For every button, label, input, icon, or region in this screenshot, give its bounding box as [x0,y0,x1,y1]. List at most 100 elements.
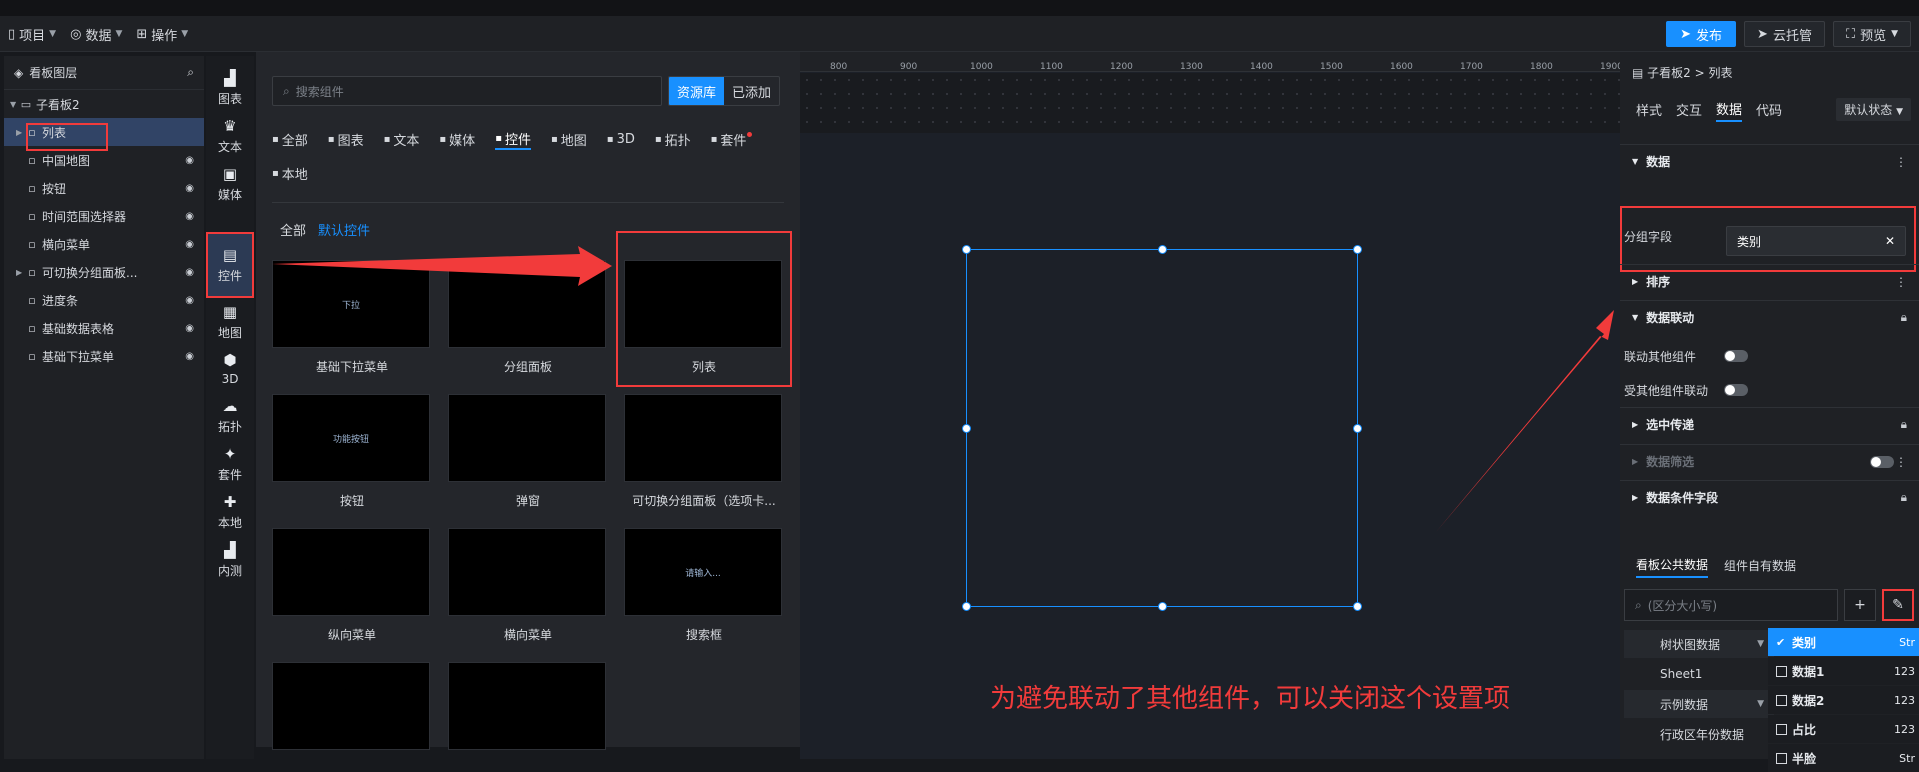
field-item[interactable]: 半脸 Str [1768,744,1919,772]
data-filter-toggle[interactable] [1870,456,1894,468]
layer-item[interactable]: ▫ 按钮 ◉ [4,174,204,202]
checkbox[interactable] [1776,665,1787,677]
operation-menu[interactable]: ⊞ 操作 ▼ [136,25,188,44]
library-tab-2[interactable]: ▪ 文本 [384,128,420,150]
caret-down-icon[interactable]: ▼ [10,100,20,109]
component-card[interactable]: 请输入... 搜索框 [624,528,784,643]
dataset-group[interactable]: 树状图数据 ▼ [1624,630,1774,658]
library-tab-8[interactable]: ▪ 套件 [711,128,753,150]
eye-icon[interactable]: ◉ [185,295,194,306]
data-source-tabs: 看板公共数据 组件自有数据 [1636,552,1796,578]
component-card[interactable]: 分组面板 [448,260,608,375]
component-card[interactable] [272,662,432,760]
library-tab-4[interactable]: ▪ 控件 [495,128,531,150]
library-tab-0[interactable]: ▪ 全部 [272,128,308,150]
component-search-input[interactable]: ⌕ 搜索组件 [272,76,662,106]
selected-component-frame[interactable] [962,245,1362,611]
component-card[interactable]: 横向菜单 [448,528,608,643]
eye-icon[interactable]: ◉ [185,239,194,250]
state-select[interactable]: 默认状态 ▼ [1836,98,1911,121]
property-tab-3[interactable]: 代码 [1756,96,1782,122]
layer-item[interactable]: ▫ 进度条 ◉ [4,286,204,314]
field-item[interactable]: 数据2 123 [1768,686,1919,714]
field-item[interactable]: 数据1 123 [1768,657,1919,685]
data-menu[interactable]: ◎ 数据 ▼ [70,25,122,44]
resize-handle[interactable] [1353,602,1362,611]
caret-right-icon[interactable]: ▶ [16,268,26,277]
project-menu[interactable]: ▯ 项目 ▼ [8,25,56,44]
library-tab-5[interactable]: ▪ 地图 [551,128,587,150]
library-tab-6[interactable]: ▪ 3D [607,128,635,150]
resize-handle[interactable] [1158,602,1167,611]
added-button[interactable]: 已添加 [724,77,779,105]
publish-button[interactable]: ➤ 发布 [1666,21,1737,47]
linked-by-others-toggle[interactable] [1724,384,1748,396]
layer-item[interactable]: ▶ ▫ 可切换分组面板... ◉ [4,258,204,286]
library-tab-9[interactable]: ▪ 本地 [272,162,308,184]
resize-handle[interactable] [1353,424,1362,433]
layer-item[interactable]: ▫ 基础数据表格 ◉ [4,314,204,342]
preview-button[interactable]: ⛶ 预览 ▼ [1832,21,1911,47]
layer-item[interactable]: ▫ 时间范围选择器 ◉ [4,202,204,230]
data-source-tab-1[interactable]: 组件自有数据 [1724,552,1796,578]
sub-tab-all[interactable]: 全部 [280,220,306,239]
layer-root[interactable]: ▼ ▭ 子看板2 [4,90,204,118]
tab-icon: ▪ [439,133,447,145]
more-icon[interactable]: ⋮ [1895,275,1907,289]
section-sort[interactable]: ▶ 排序 ⋮ [1620,264,1919,298]
layer-item[interactable]: ▫ 基础下拉菜单 ◉ [4,342,204,370]
checkbox[interactable] [1776,752,1787,764]
component-card[interactable]: 可切换分组面板（选项卡... [624,394,784,509]
design-canvas[interactable]: 800 900 1000 1100 1200 1300 1400 1500 1600 1700 18… [800,52,1623,759]
data-source-tab-0[interactable]: 看板公共数据 [1636,552,1709,578]
category-9[interactable]: ▟ 内测 [206,532,254,588]
edit-button[interactable]: ✎ [1882,589,1914,621]
search-icon[interactable]: ⌕ [187,65,194,80]
library-tab-7[interactable]: ▪ 拓扑 [655,128,691,150]
source-lib-button[interactable]: 资源库 [669,77,725,105]
field-search-input[interactable]: ⌕ (区分大小写) [1624,589,1838,621]
more-icon[interactable]: ⋮ [1895,455,1907,469]
component-card[interactable]: 下拉 基础下拉菜单 [272,260,432,375]
eye-icon[interactable]: ◉ [185,211,194,222]
property-tab-0[interactable]: 样式 [1636,96,1662,122]
section-linkage[interactable]: ▼ 数据联动 🔒︎ [1620,300,1919,334]
component-card[interactable] [448,662,608,760]
eye-icon[interactable]: ◉ [185,323,194,334]
eye-icon[interactable]: ◉ [185,183,194,194]
add-button[interactable]: + [1844,589,1876,621]
cloud-host-button[interactable]: ➤ 云托管 [1744,21,1825,47]
dataset-item[interactable]: Sheet1 [1624,660,1774,688]
resize-handle[interactable] [1158,245,1167,254]
link-others-toggle[interactable] [1724,350,1748,362]
sub-tab-default[interactable]: 默认控件 [318,220,370,239]
field-item[interactable]: 占比 123 [1768,715,1919,743]
component-card[interactable]: 功能按钮 按钮 [272,394,432,509]
resize-handle[interactable] [1353,245,1362,254]
category-2[interactable]: ▣ 媒体 [206,156,254,212]
eye-icon[interactable]: ◉ [185,351,194,362]
resize-handle[interactable] [962,424,971,433]
resize-handle[interactable] [962,602,971,611]
property-tab-1[interactable]: 交互 [1676,96,1702,122]
property-tab-2[interactable]: 数据 [1716,96,1743,122]
eye-icon[interactable]: ◉ [185,267,194,278]
component-card[interactable]: 弹窗 [448,394,608,509]
dataset-group[interactable]: 示例数据 ▼ [1624,690,1774,718]
dataset-item[interactable]: 行政区年份数据 [1624,720,1774,748]
section-selected-pass[interactable]: ▶ 选中传递 🔒︎ [1620,407,1919,441]
layer-item[interactable]: ▫ 横向菜单 ◉ [4,230,204,258]
section-data[interactable]: ▼ 数据 ⋮ [1620,144,1919,178]
resize-handle[interactable] [962,245,971,254]
library-tab-1[interactable]: ▪ 图表 [328,128,364,150]
caret-right-icon[interactable]: ▶ [16,128,26,137]
checkbox[interactable] [1776,694,1787,706]
library-tab-3[interactable]: ▪ 媒体 [439,128,475,150]
section-condition-field[interactable]: ▶ 数据条件字段 🔒︎ [1620,480,1919,514]
more-icon[interactable]: ⋮ [1895,155,1907,169]
category-3[interactable]: ▤ 控件 [206,232,254,298]
component-card[interactable]: 纵向菜单 [272,528,432,643]
eye-icon[interactable]: ◉ [185,155,194,166]
checkbox[interactable] [1776,723,1787,735]
field-item[interactable]: ✔ 类别 Str [1768,628,1919,656]
